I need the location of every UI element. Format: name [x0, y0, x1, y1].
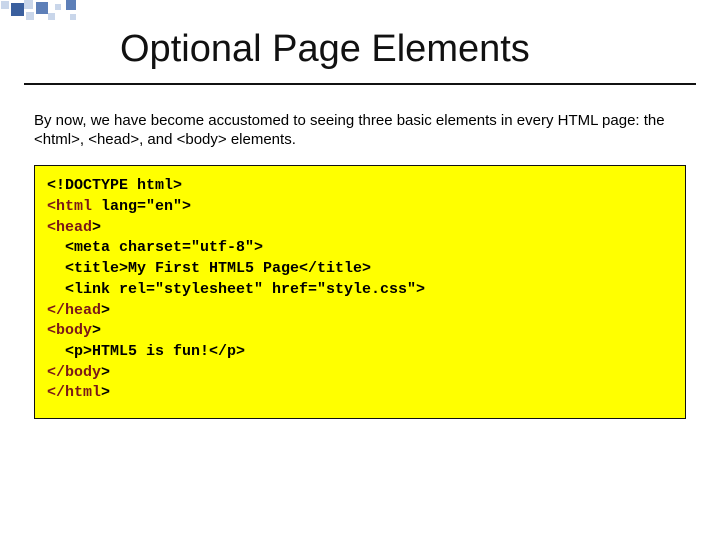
code-line: <p>HTML5 is fun!</p> — [65, 343, 245, 360]
code-tag: </head — [47, 302, 101, 319]
code-example: <!DOCTYPE html> <html lang="en"> <head> … — [34, 165, 686, 419]
code-tag: <body — [47, 322, 92, 339]
code-tag: <head — [47, 219, 92, 236]
code-line: > — [101, 302, 110, 319]
decorative-squares — [0, 0, 110, 30]
intro-text: By now, we have become accustomed to see… — [34, 111, 686, 149]
code-line: lang="en"> — [92, 198, 191, 215]
code-line: <meta charset="utf-8"> — [65, 239, 263, 256]
code-line: <link rel="stylesheet" href="style.css"> — [65, 281, 425, 298]
code-line: > — [92, 219, 101, 236]
code-line: > — [101, 364, 110, 381]
code-tag: <html — [47, 198, 92, 215]
code-line: <title>My First HTML5 Page</title> — [65, 260, 371, 277]
code-line: <!DOCTYPE html> — [47, 177, 182, 194]
title-rule — [24, 83, 696, 85]
code-tag: </html — [47, 384, 101, 401]
code-tag: </body — [47, 364, 101, 381]
page-title: Optional Page Elements — [120, 28, 680, 71]
code-line: > — [92, 322, 101, 339]
code-line: > — [101, 384, 110, 401]
